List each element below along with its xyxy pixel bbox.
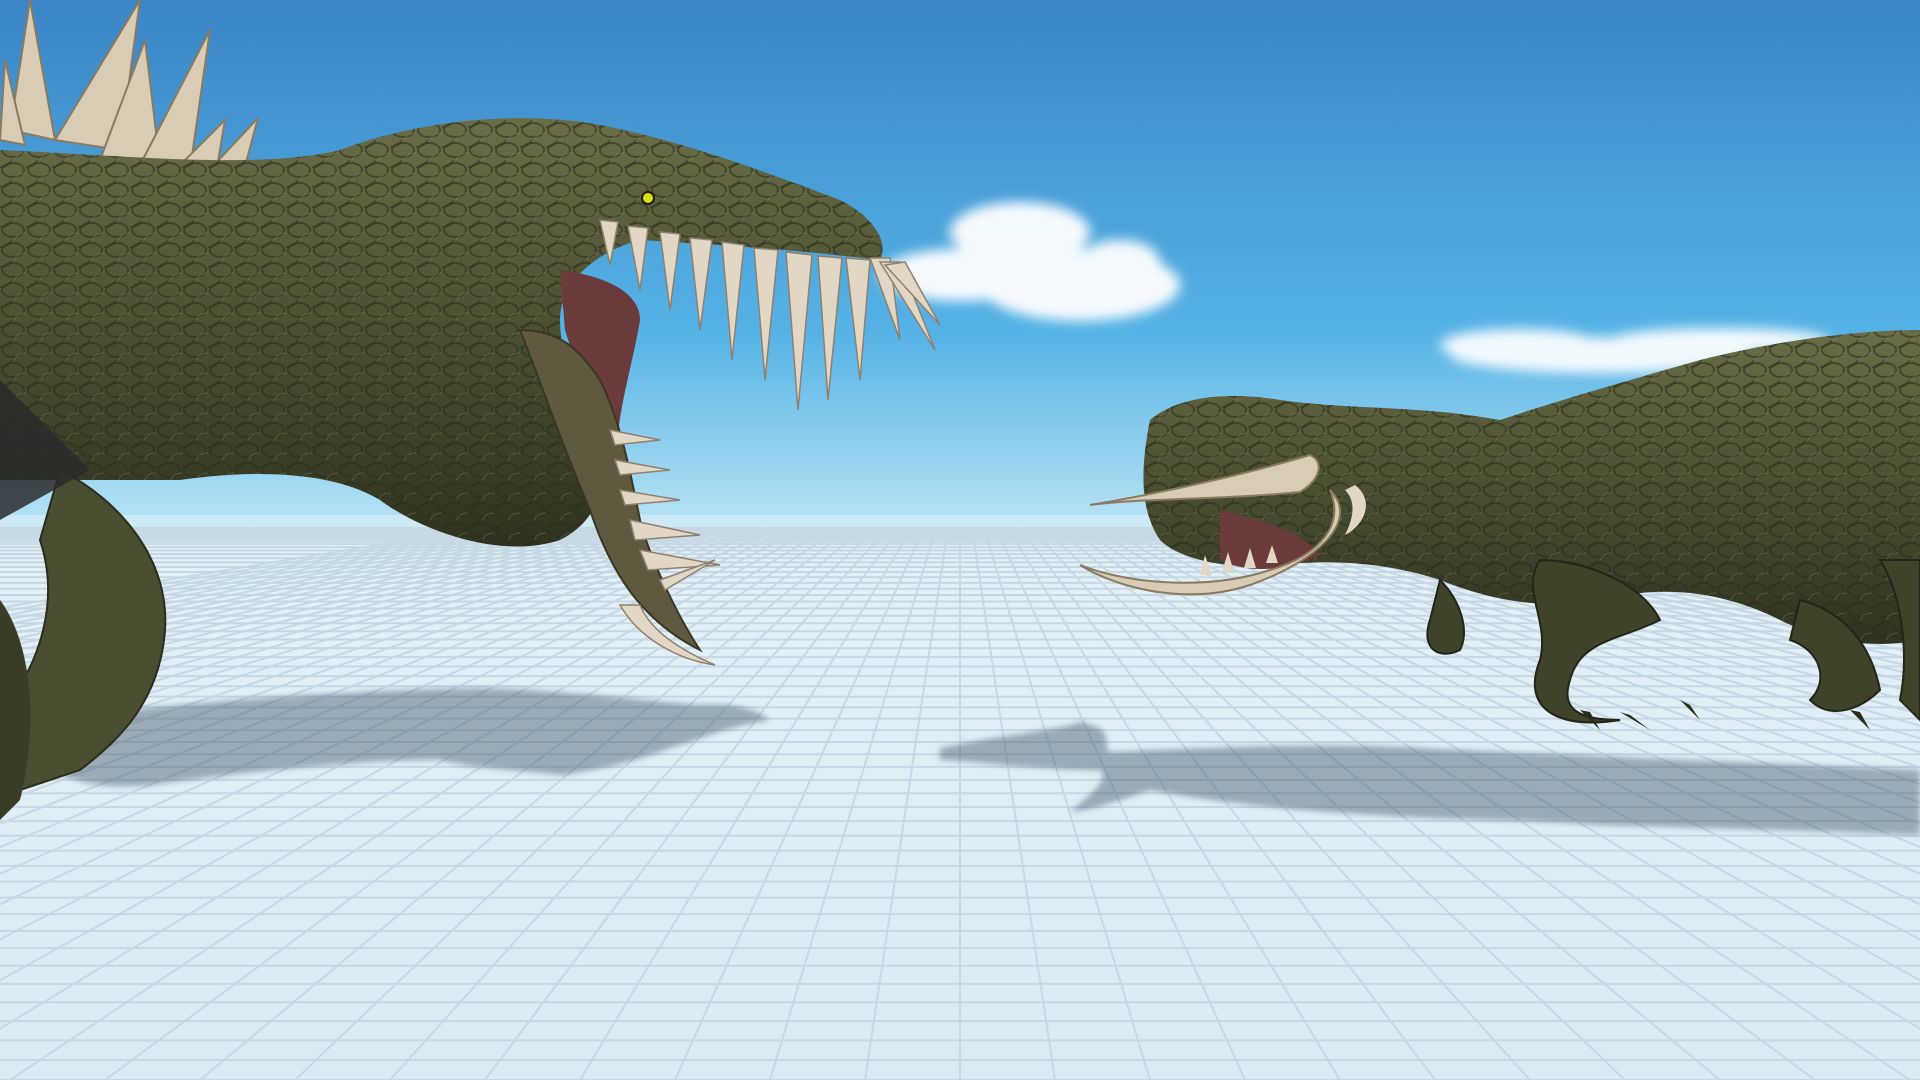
game-viewport[interactable] bbox=[0, 0, 1920, 1080]
creature-left-eye bbox=[641, 191, 655, 205]
scene-canvas bbox=[0, 0, 1920, 1080]
